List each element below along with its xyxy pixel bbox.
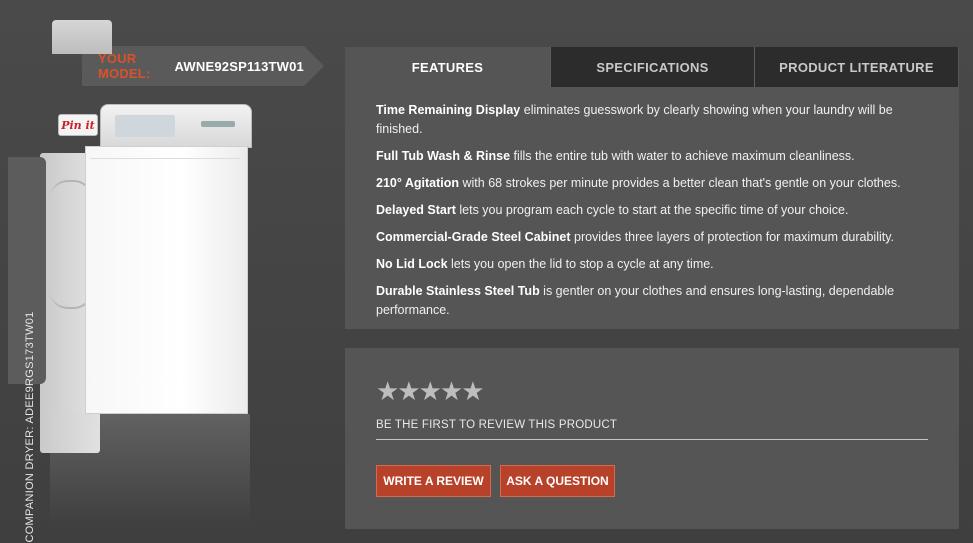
- control-panel: [115, 115, 175, 137]
- brand-logo: [201, 121, 235, 127]
- review-prompt: BE THE FIRST TO REVIEW THIS PRODUCT: [376, 419, 618, 431]
- features-list: Time Remaining Display eliminates guessw…: [345, 87, 959, 320]
- your-model-tag: YOUR MODEL: AWNE92SP113TW01: [82, 46, 324, 86]
- tab-specifications[interactable]: SPECIFICATIONS: [550, 47, 754, 87]
- write-review-button[interactable]: WRITE A REVIEW: [376, 465, 491, 497]
- dryer-console: [52, 20, 112, 54]
- review-panel: ★★★★★ BE THE FIRST TO REVIEW THIS PRODUC…: [345, 348, 959, 529]
- feature-item: No Lid Lock lets you open the lid to sto…: [376, 257, 714, 271]
- model-prefix: YOUR MODEL:: [98, 51, 151, 81]
- divider: [376, 439, 928, 440]
- washer-lid: [90, 158, 240, 159]
- feature-item: Full Tub Wash & Rinse fills the entire t…: [376, 149, 855, 163]
- feature-item: 210° Agitation with 68 strokes per minut…: [376, 176, 901, 190]
- tab-features[interactable]: FEATURES: [345, 47, 550, 87]
- feature-item: Time Remaining Display eliminates guessw…: [376, 103, 893, 136]
- feature-item: Durable Stainless Steel Tub is gentler o…: [376, 284, 895, 317]
- star-rating[interactable]: ★★★★★: [376, 376, 485, 407]
- tab-product-literature[interactable]: PRODUCT LITERATURE: [754, 47, 958, 87]
- model-number: AWNE92SP113TW01: [174, 58, 304, 74]
- feature-item: Commercial-Grade Steel Cabinet provides …: [376, 230, 895, 244]
- companion-dryer-tab[interactable]: COMPANION DRYER: ADEE9RGS173TW01: [8, 157, 46, 543]
- washer-console: [100, 104, 252, 148]
- washer-image: [85, 146, 248, 414]
- floor-reflection: [50, 414, 250, 524]
- feature-item: Delayed Start lets you program each cycl…: [376, 203, 849, 217]
- tab-bar: FEATURES SPECIFICATIONS PRODUCT LITERATU…: [345, 47, 959, 87]
- product-info-panel: FEATURES SPECIFICATIONS PRODUCT LITERATU…: [345, 47, 959, 329]
- companion-dryer-label: COMPANION DRYER: ADEE9RGS173TW01: [24, 311, 36, 543]
- pinterest-pin-button[interactable]: Pin it: [58, 114, 98, 136]
- ask-question-button[interactable]: ASK A QUESTION: [500, 465, 615, 497]
